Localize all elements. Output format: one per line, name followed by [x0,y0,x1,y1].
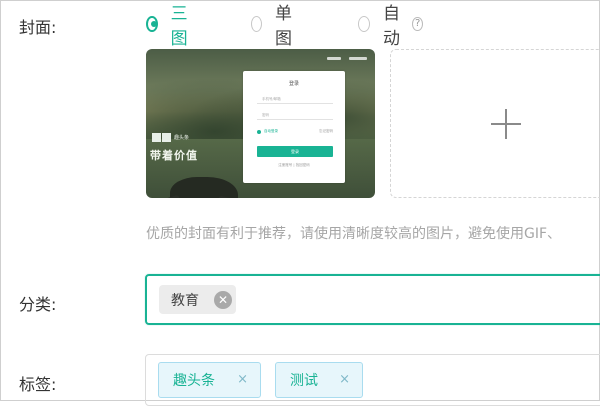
category-label: 分类: [19,295,57,314]
close-icon[interactable]: ✕ [214,291,232,309]
close-icon[interactable]: × [339,372,350,387]
login-password-field: 密码 [257,111,333,120]
buffalo-horn [149,194,181,198]
add-cover-button[interactable] [390,49,600,198]
login-forgot-link: 忘记密码 [319,129,333,133]
radio-three-images[interactable]: 三图 [146,4,192,49]
tags-input[interactable]: 趣头条 × 测试 × [145,354,600,406]
cover-hint-text: 优质的封面有利于推荐，请使用清晰度较高的图片，避免使用GIF、 [146,226,562,242]
thumbnail-slogan: 带着价值 [150,149,198,162]
login-remember: 自动登录 [257,129,278,134]
category-tag: 教育 ✕ [159,285,236,314]
close-icon[interactable]: × [237,372,248,387]
buffalo-shape [170,177,238,198]
login-title: 登录 [288,81,299,87]
login-footer: 注册账号 | 找回密码 [278,163,310,167]
help-icon[interactable]: ? [412,17,423,31]
cover-label: 封面: [19,18,57,37]
tag-chip: 趣头条 × [158,362,261,398]
radio-single-image[interactable]: 单图 [251,4,297,49]
tag-chip: 测试 × [275,362,363,398]
radio-unchecked-icon [358,16,371,32]
tag-chip-label: 趣头条 [173,373,215,389]
thumbnail-logo-text: 趣头条 [174,135,190,141]
radio-auto[interactable]: 自动 ? [358,4,423,49]
login-submit-button: 登录 [257,146,333,157]
plus-icon [491,123,521,125]
tag-chip-label: 测试 [290,373,318,389]
thumbnail-logo: 趣头条 [152,133,189,142]
radio-label: 三图 [170,4,188,49]
tags-label: 标签: [19,375,57,394]
radio-unchecked-icon [251,16,263,32]
thumbnail-login-card: 登录 手机号/邮箱 密码 自动登录 忘记密码 登录 注册账号 | 找回密码 [243,71,345,183]
thumbnail-top-links [327,57,367,60]
category-tag-label: 教育 [171,292,199,309]
radio-label: 自动 [383,4,401,49]
login-username-field: 手机号/邮箱 [257,95,333,104]
cover-image-thumbnail[interactable]: 趣头条 带着价值 登录 手机号/邮箱 密码 自动登录 忘记密码 登录 注册账号 … [146,49,375,198]
category-select[interactable]: 教育 ✕ [145,274,600,325]
radio-label: 单图 [275,4,293,49]
radio-checked-icon [146,16,158,32]
